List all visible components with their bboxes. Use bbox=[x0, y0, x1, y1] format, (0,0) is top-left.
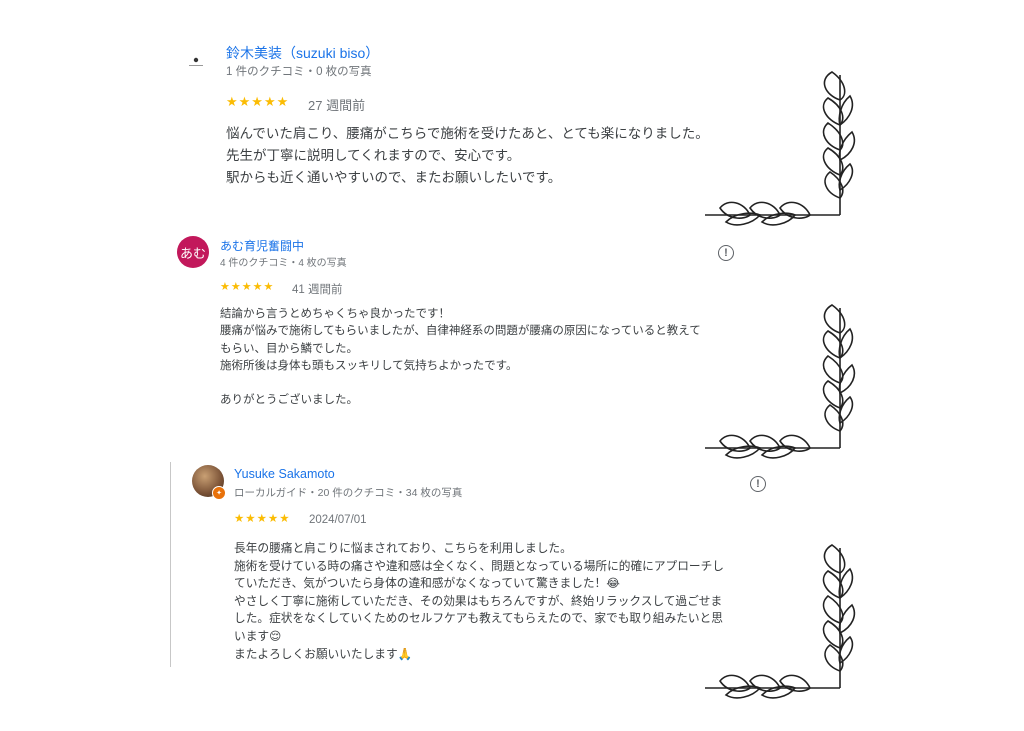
review-text-line bbox=[220, 375, 701, 392]
review-text-line: 駅からも近く通いやすいので、またお願いしたいです。 bbox=[226, 170, 562, 185]
review-text-line: した。症状をなくしていくためのセルフケアも教えてもらえたので、家でも取り組みたい… bbox=[234, 612, 723, 626]
local-guide-badge-icon: ✦ bbox=[212, 486, 226, 500]
review-text-line: ありがとうございました。 bbox=[220, 394, 358, 407]
reviewer-meta: 4 件のクチコミ・4 枚の写真 bbox=[220, 258, 347, 269]
review-date: 2024/07/01 bbox=[309, 514, 367, 526]
leaf-ornament-icon bbox=[705, 71, 856, 226]
review-date: 41 週間前 bbox=[292, 284, 343, 296]
review-date: 27 週間前 bbox=[308, 98, 366, 113]
star-rating-value: ★★★★★ bbox=[234, 513, 291, 525]
review-text-line: 施術を受けている時の痛さや違和感は全くなく、問題となっている場所に的確にアプロー… bbox=[234, 559, 724, 573]
business-logo-icon bbox=[189, 57, 203, 66]
review-text: 長年の腰痛と肩こりに悩まされており、こちらを利用しました。 施術を受けている時の… bbox=[234, 540, 724, 663]
avatar[interactable] bbox=[183, 50, 209, 76]
reviewer-name[interactable]: 鈴木美装（suzuki biso） bbox=[226, 43, 379, 63]
divider bbox=[170, 462, 171, 667]
review-text-line: もらい、目から鱗でした。 bbox=[220, 342, 358, 355]
avatar[interactable]: あむ bbox=[177, 236, 209, 268]
star-rating: ★★★★★ bbox=[220, 282, 274, 293]
reviewer-meta: 1 件のクチコミ・0 枚の写真 bbox=[226, 66, 372, 78]
star-rating-value: ★★★★★ bbox=[226, 94, 290, 109]
flag-icon-glyph: ! bbox=[756, 478, 760, 490]
review-text: 結論から言うとめちゃくちゃ良かったです！ 腰痛が悩みで施術してもらいましたが、自… bbox=[220, 306, 701, 409]
reviewer-name[interactable]: あむ育児奮闘中 bbox=[220, 237, 304, 254]
review-text-line: ていただき、気がついたら身体の違和感がなくなっていて驚きました！😂 bbox=[234, 577, 620, 591]
review-text-line: 悩んでいた肩こり、腰痛がこちらで施術を受けたあと、とても楽になりました。 bbox=[226, 126, 709, 141]
local-guide-badge-glyph: ✦ bbox=[216, 490, 222, 497]
review-text-line: 長年の腰痛と肩こりに悩まされており、こちらを利用しました。 bbox=[234, 542, 572, 555]
leaf-ornament-icon bbox=[705, 304, 856, 459]
review-text-line: 先生が丁寧に説明してくれますので、安心です。 bbox=[226, 148, 521, 163]
avatar-initials: あむ bbox=[179, 245, 206, 261]
flag-icon[interactable]: ! bbox=[718, 245, 734, 261]
flag-icon[interactable]: ! bbox=[750, 476, 766, 492]
review-text-line: 結論から言うとめちゃくちゃ良かったです！ bbox=[220, 308, 450, 320]
review-text-line: 施術所後は身体も頭もスッキリして気持ちよかったです。 bbox=[220, 359, 518, 372]
flag-icon-glyph: ! bbox=[724, 247, 728, 259]
star-rating: ★★★★★ bbox=[226, 95, 289, 108]
review-text-line: 腰痛が悩みで施術してもらいましたが、自律神経系の問題が腰痛の原因になっていると教… bbox=[220, 325, 701, 338]
leaf-ornament-icon bbox=[705, 544, 856, 699]
star-rating-value: ★★★★★ bbox=[220, 281, 275, 293]
review-text-line: います😌 bbox=[234, 629, 282, 643]
review-text-line: またよろしくお願いいたします🙏 bbox=[234, 647, 413, 661]
reviewer-meta: ローカルガイド・20 件のクチコミ・34 枚の写真 bbox=[234, 487, 463, 499]
star-rating: ★★★★★ bbox=[234, 513, 291, 526]
reviewer-name[interactable]: Yusuke Sakamoto bbox=[234, 467, 335, 481]
review-text: 悩んでいた肩こり、腰痛がこちらで施術を受けたあと、とても楽になりました。 先生が… bbox=[226, 123, 709, 189]
review-text-line: やさしく丁寧に施術していただき、その効果はもちろんですが、終始リラックスして過ご… bbox=[234, 594, 723, 608]
